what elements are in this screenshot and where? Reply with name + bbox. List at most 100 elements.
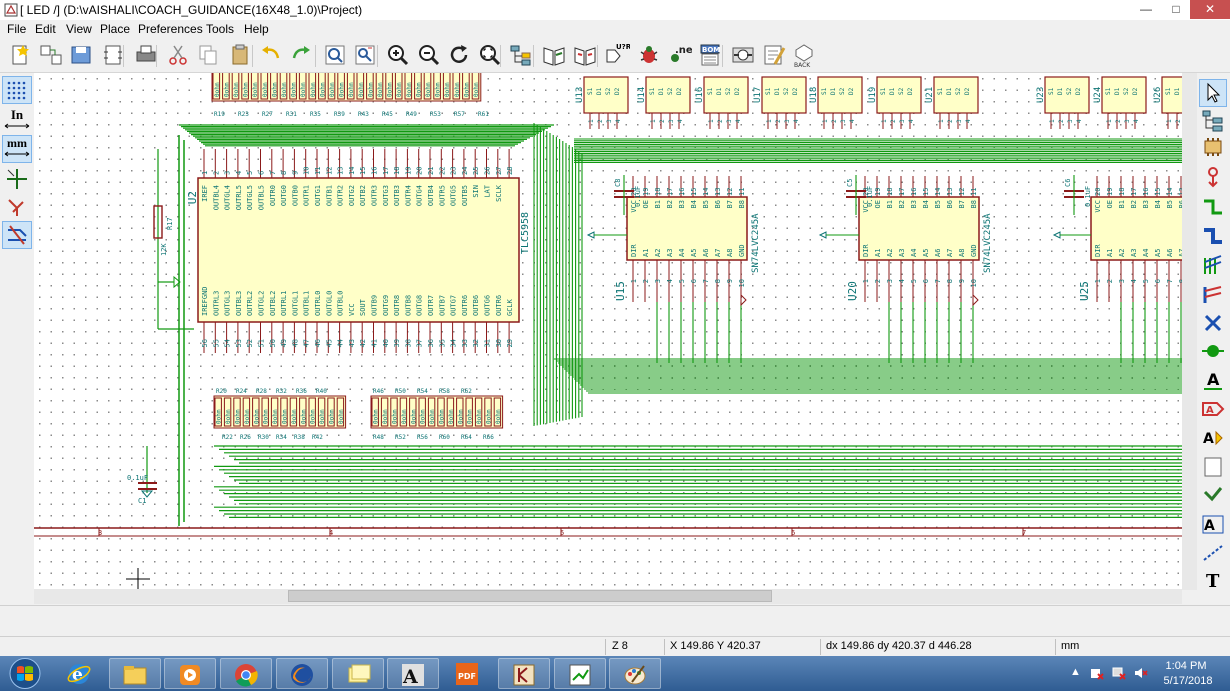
u15-pin-name: A6 bbox=[702, 249, 710, 257]
menu-place[interactable]: Place bbox=[100, 22, 130, 36]
no-connect-icon[interactable] bbox=[1200, 310, 1226, 336]
junction-icon[interactable] bbox=[1200, 338, 1226, 364]
show-hidden-icons[interactable]: ▲ bbox=[1070, 666, 1084, 680]
u15-cap-ref-label: C8 bbox=[614, 179, 622, 187]
u2-pin-name: OUTGL2 bbox=[258, 291, 266, 316]
netlist-icon[interactable]: .net bbox=[666, 42, 698, 68]
select-arrow-icon[interactable] bbox=[1199, 79, 1227, 107]
zoom-out-icon[interactable] bbox=[416, 42, 442, 68]
resistor-value-label: 0ohm bbox=[429, 409, 436, 424]
action-center-icon[interactable] bbox=[1090, 666, 1104, 680]
media-player-taskbar-button[interactable] bbox=[164, 658, 216, 689]
resistor-ref-label: R27 bbox=[262, 111, 273, 118]
svg-text:A: A bbox=[402, 666, 418, 688]
zoom-in-icon[interactable] bbox=[385, 42, 411, 68]
navigate-hierarchy-icon[interactable] bbox=[508, 42, 534, 68]
add-component-icon[interactable] bbox=[1200, 134, 1226, 160]
hidden-pins-icon[interactable] bbox=[3, 194, 31, 220]
resistor-ref-label: R57 bbox=[454, 111, 465, 118]
kicad-taskbar-button[interactable] bbox=[498, 658, 550, 689]
mm-units-button[interactable]: mm bbox=[2, 135, 32, 163]
footprint-assign-icon[interactable] bbox=[730, 42, 756, 68]
clock-date[interactable]: 5/17/2018 bbox=[1160, 675, 1216, 687]
hier-sheet-icon[interactable] bbox=[1200, 454, 1226, 480]
menu-view[interactable]: View bbox=[66, 22, 92, 36]
close-button[interactable]: ✕ bbox=[1190, 0, 1230, 19]
clock-time[interactable]: 1:04 PM bbox=[1163, 660, 1209, 672]
bus-bus-entry-icon[interactable] bbox=[1200, 281, 1226, 307]
save-icon[interactable] bbox=[68, 42, 94, 68]
volume-icon[interactable] bbox=[1134, 666, 1148, 680]
edit-fields-icon[interactable] bbox=[761, 42, 787, 68]
bom-icon[interactable]: BOM bbox=[697, 42, 723, 68]
erc-icon[interactable] bbox=[636, 42, 662, 68]
start-button[interactable] bbox=[2, 657, 48, 690]
paste-icon[interactable] bbox=[227, 42, 253, 68]
svg-text:A: A bbox=[1203, 431, 1214, 447]
sticky-notes-icon bbox=[348, 664, 371, 683]
file-explorer-taskbar-button[interactable] bbox=[109, 658, 161, 689]
global-label-icon[interactable]: A bbox=[1200, 396, 1226, 422]
add-wire-icon[interactable] bbox=[1200, 194, 1226, 220]
cut-icon[interactable] bbox=[165, 42, 191, 68]
schematic-canvas[interactable]: 3 4 5 6 7 R17 12K 0.1uF C1 U2 TLC5958 1 IREF 56 IREFGN… bbox=[34, 73, 1182, 590]
text-icon[interactable]: T bbox=[1200, 567, 1226, 593]
undo-icon[interactable] bbox=[258, 42, 284, 68]
menu-preferences[interactable]: Preferences bbox=[138, 22, 203, 36]
find-icon[interactable] bbox=[322, 42, 348, 68]
kicad-eeschema-taskbar-button[interactable] bbox=[554, 658, 606, 689]
resistor-ref-label: R23 bbox=[238, 111, 249, 118]
graphic-line-icon[interactable] bbox=[1200, 540, 1226, 566]
find-replace-icon[interactable] bbox=[352, 42, 378, 68]
menu-file[interactable]: File bbox=[7, 22, 26, 36]
switch-pin-number: 3 bbox=[840, 119, 847, 123]
vertical-scrollbar[interactable] bbox=[1182, 73, 1197, 590]
net-label-icon[interactable]: A bbox=[1200, 367, 1226, 393]
wire-bus-entry-icon[interactable] bbox=[1200, 252, 1226, 278]
grid-icon[interactable] bbox=[2, 76, 32, 104]
ground-port-symbol bbox=[972, 293, 979, 307]
menu-tools[interactable]: Tools bbox=[206, 22, 234, 36]
u2-pin-number: 27 bbox=[495, 167, 503, 175]
horizontal-scroll-thumb[interactable] bbox=[288, 590, 772, 602]
add-power-icon[interactable] bbox=[1200, 164, 1226, 190]
r17-value-label: 12K bbox=[160, 243, 168, 256]
internet-explorer-taskbar-button[interactable]: e bbox=[54, 658, 106, 689]
hierarchy-nav-icon[interactable] bbox=[1200, 108, 1226, 134]
inch-units-button[interactable]: In bbox=[3, 107, 31, 133]
import-sheet-pin-icon[interactable] bbox=[1200, 482, 1226, 508]
new-sheet-icon[interactable] bbox=[7, 42, 33, 68]
copy-icon[interactable] bbox=[195, 42, 221, 68]
pdf-taskbar-button[interactable]: PDF bbox=[442, 658, 494, 689]
power-port-symbol bbox=[818, 231, 827, 239]
full-cursor-icon[interactable] bbox=[3, 166, 31, 192]
minimize-button[interactable]: — bbox=[1131, 0, 1161, 19]
u2-pin-number: 44 bbox=[337, 339, 345, 347]
svg-text:A: A bbox=[1206, 405, 1214, 416]
paint-taskbar-button[interactable] bbox=[609, 658, 661, 689]
u2-pin-number: 54 bbox=[224, 339, 232, 347]
u2-pin-number: 36 bbox=[427, 339, 435, 347]
menu-edit[interactable]: Edit bbox=[35, 22, 56, 36]
autocad-taskbar-button[interactable]: A bbox=[387, 658, 439, 689]
redraw-icon[interactable] bbox=[447, 42, 473, 68]
sheet-hierarchy-icon[interactable] bbox=[38, 42, 64, 68]
firefox-taskbar-button[interactable] bbox=[276, 658, 328, 689]
hier-label-icon[interactable]: A bbox=[1200, 425, 1226, 451]
add-bus-icon[interactable] bbox=[1200, 223, 1226, 249]
switch-pin-name: D1 bbox=[716, 87, 723, 95]
redo-icon[interactable] bbox=[288, 42, 314, 68]
sticky-notes-taskbar-button[interactable] bbox=[332, 658, 384, 689]
menu-help[interactable]: Help bbox=[244, 22, 269, 36]
chrome-taskbar-button[interactable] bbox=[220, 658, 272, 689]
bus-orientation-icon[interactable] bbox=[2, 221, 32, 249]
library-browser-icon[interactable] bbox=[572, 42, 598, 68]
annotate-icon[interactable]: U?R2 bbox=[604, 42, 636, 68]
maximize-button[interactable]: □ bbox=[1161, 0, 1191, 19]
library-editor-icon[interactable] bbox=[541, 42, 567, 68]
network-icon[interactable] bbox=[1112, 666, 1126, 680]
hier-pin-icon[interactable]: A bbox=[1200, 511, 1226, 537]
main-toolbar: U?R2 .net BOM BACK bbox=[0, 39, 1230, 73]
back-annotate-icon[interactable]: BACK bbox=[791, 42, 817, 69]
svg-text:BOM: BOM bbox=[702, 46, 720, 54]
